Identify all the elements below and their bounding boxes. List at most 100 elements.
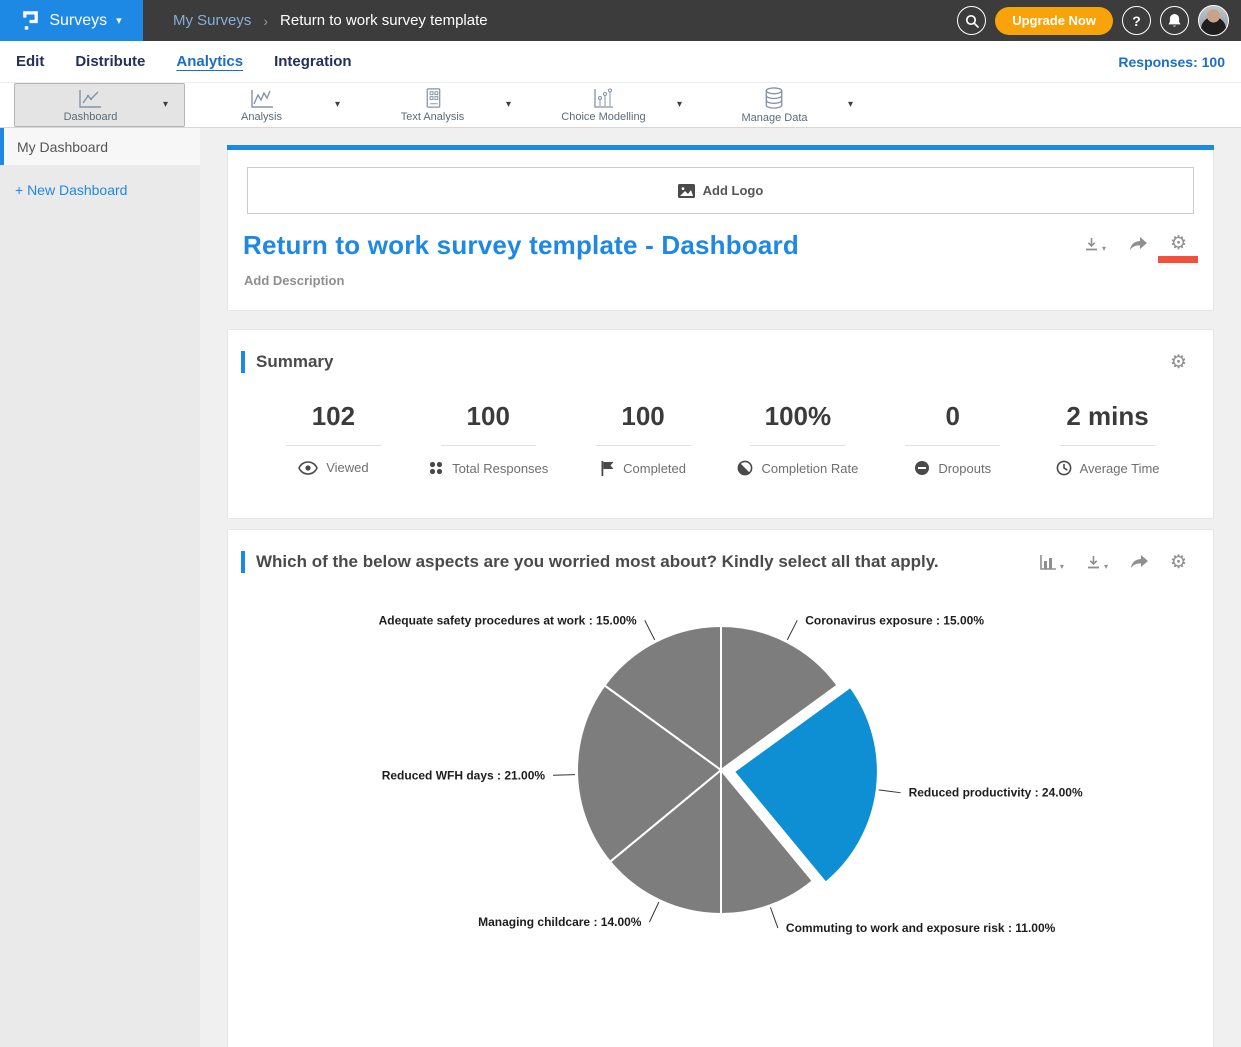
add-logo-button[interactable]: Add Logo	[247, 167, 1194, 214]
pie-label: Reduced WFH days : 21.00%	[382, 768, 546, 782]
toolbar-choice-modelling-label: Choice Modelling	[561, 111, 645, 123]
toolbar-choice-modelling[interactable]: Choice Modelling ▾	[527, 83, 698, 127]
divider	[905, 445, 1000, 446]
question-title: Which of the below aspects are you worri…	[256, 552, 1039, 572]
pie-label: Managing childcare : 14.00%	[478, 915, 642, 929]
download-dashboard-button[interactable]: ▾	[1083, 236, 1106, 253]
image-icon	[678, 184, 695, 198]
pie-label-leader	[770, 907, 777, 928]
stat-completion-rate: 100% Completion Rate	[720, 401, 875, 476]
divider	[441, 445, 536, 446]
analytics-toolbar: Dashboard ▾ Analysis ▾ Text Analysis ▾ C…	[0, 82, 1241, 128]
chevron-down-icon[interactable]: ▾	[677, 99, 682, 110]
stat-label: Viewed	[326, 460, 368, 475]
download-icon	[1085, 554, 1102, 571]
top-bar-actions: Upgrade Now ?	[957, 5, 1229, 36]
red-highlight-marker	[1158, 256, 1198, 263]
dashboard-settings-button[interactable]: ⚙	[1170, 234, 1187, 254]
pie-label-leader	[879, 790, 901, 793]
stat-viewed: 102 Viewed	[256, 401, 411, 476]
toolbar-analysis[interactable]: Analysis ▾	[185, 83, 356, 127]
toolbar-dashboard[interactable]: Dashboard ▾	[14, 83, 185, 127]
toolbar-dashboard-label: Dashboard	[64, 111, 118, 123]
nav-integration[interactable]: Integration	[274, 53, 352, 70]
half-circle-icon	[737, 460, 753, 476]
gear-icon: ⚙	[1170, 233, 1187, 254]
top-bar: Surveys ▾ My Surveys › Return to work su…	[0, 0, 1241, 41]
bar-chart-icon	[1039, 554, 1058, 571]
chevron-down-icon[interactable]: ▾	[163, 99, 168, 110]
chevron-down-icon[interactable]: ▾	[335, 99, 340, 110]
nav-distribute[interactable]: Distribute	[75, 53, 145, 70]
breadcrumb-my-surveys[interactable]: My Surveys	[173, 12, 251, 29]
dashboard-chart-icon	[77, 87, 103, 110]
text-analysis-icon	[422, 87, 444, 110]
chevron-down-icon: ▾	[116, 14, 122, 27]
help-button[interactable]: ?	[1122, 6, 1151, 35]
analysis-chart-icon	[249, 87, 275, 110]
nav-edit[interactable]: Edit	[16, 53, 44, 70]
stat-completed: 100 Completed	[566, 401, 721, 476]
new-dashboard-button[interactable]: + New Dashboard	[0, 165, 200, 198]
upgrade-now-button[interactable]: Upgrade Now	[995, 7, 1113, 35]
accent-strip	[227, 145, 1214, 150]
download-icon	[1083, 236, 1100, 253]
sidebar-item-my-dashboard[interactable]: My Dashboard	[0, 128, 200, 165]
stat-value: 102	[256, 401, 411, 432]
download-chart-button[interactable]: ▾	[1085, 554, 1108, 571]
stat-total-responses: 100 Total Responses	[411, 401, 566, 476]
chevron-down-icon[interactable]: ▾	[506, 99, 511, 110]
pie-label-leader	[553, 775, 575, 776]
divider	[596, 445, 691, 446]
dashboard-content: Add Logo Return to work survey template …	[200, 128, 1241, 1047]
dots-grid-icon	[428, 460, 444, 476]
add-logo-label: Add Logo	[703, 183, 764, 198]
clock-icon	[1056, 460, 1072, 476]
database-icon	[762, 86, 786, 111]
question-card: Which of the below aspects are you worri…	[227, 529, 1214, 1047]
divider	[750, 445, 845, 446]
dashboard-actions: ▾ ⚙	[1083, 230, 1187, 254]
stat-value: 100%	[720, 401, 875, 432]
nav-items: Edit Distribute Analytics Integration	[16, 53, 352, 70]
share-dashboard-button[interactable]	[1128, 236, 1148, 252]
toolbar-manage-data-label: Manage Data	[741, 112, 807, 124]
product-switcher[interactable]: Surveys ▾	[0, 0, 143, 41]
stat-label: Completed	[623, 461, 686, 476]
stat-value: 0	[875, 401, 1030, 432]
notifications-button[interactable]	[1160, 6, 1189, 35]
dashboard-header-card: Add Logo Return to work survey template …	[227, 145, 1214, 311]
add-description-button[interactable]: Add Description	[244, 273, 1213, 288]
dashboard-sidebar: My Dashboard + New Dashboard	[0, 128, 200, 1047]
pie-label-leader	[645, 620, 655, 640]
breadcrumb: My Surveys › Return to work survey templ…	[173, 12, 488, 29]
search-button[interactable]	[957, 6, 986, 35]
stat-label: Completion Rate	[761, 461, 858, 476]
question-mark-icon: ?	[1132, 13, 1141, 29]
survey-nav: Edit Distribute Analytics Integration Re…	[0, 41, 1241, 82]
pie-label-leader	[649, 902, 658, 922]
flag-icon	[600, 460, 615, 476]
toolbar-text-analysis-label: Text Analysis	[401, 111, 465, 123]
chevron-down-icon[interactable]: ▾	[848, 99, 853, 110]
stat-average-time: 2 mins Average Time	[1030, 401, 1185, 476]
bell-icon	[1167, 13, 1182, 29]
accent-tick	[241, 351, 245, 373]
toolbar-manage-data[interactable]: Manage Data ▾	[698, 83, 869, 127]
share-chart-button[interactable]	[1129, 554, 1149, 570]
breadcrumb-current: Return to work survey template	[280, 12, 488, 29]
questionpro-logo-icon	[21, 9, 40, 32]
avatar[interactable]	[1198, 5, 1229, 36]
summary-settings-button[interactable]: ⚙	[1170, 353, 1187, 372]
toolbar-text-analysis[interactable]: Text Analysis ▾	[356, 83, 527, 127]
chart-type-button[interactable]: ▾	[1039, 554, 1064, 571]
toolbar-analysis-label: Analysis	[241, 111, 282, 123]
share-arrow-icon	[1129, 554, 1149, 570]
stat-value: 2 mins	[1030, 401, 1185, 432]
nav-analytics[interactable]: Analytics	[176, 53, 243, 70]
minus-circle-icon	[914, 460, 930, 476]
choice-modelling-icon	[591, 87, 615, 110]
divider	[1060, 445, 1155, 446]
divider	[286, 445, 381, 446]
chart-settings-button[interactable]: ⚙	[1170, 553, 1187, 572]
